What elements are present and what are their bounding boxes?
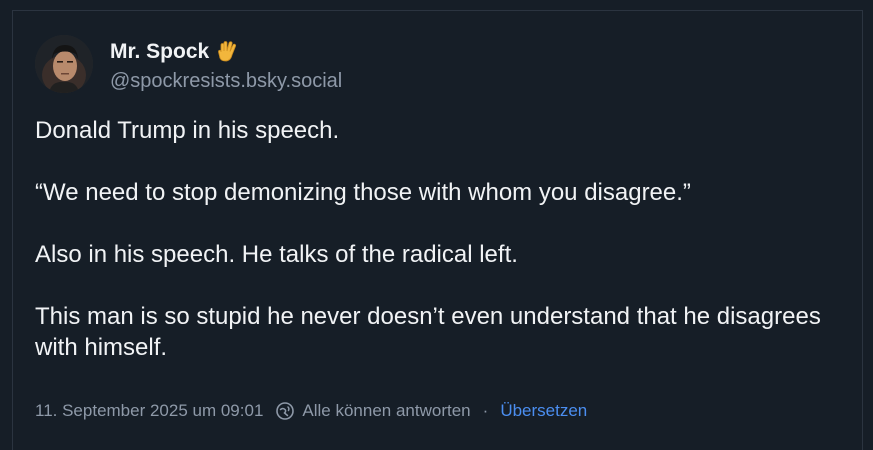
post-card: Mr. Spock @spockresists.bsky.social Dona… [12,10,863,450]
avatar[interactable] [35,35,93,93]
meta-separator: · [482,401,489,420]
post-paragraph: Donald Trump in his speech. [35,117,340,144]
vulcan-salute-icon [217,40,239,64]
translate-link[interactable]: Übersetzen [500,400,587,422]
author-name[interactable]: Mr. Spock [110,40,239,64]
author-handle[interactable]: @spockresists.bsky.social [110,69,342,93]
post-paragraph: This man is so stupid he never doesn’t e… [35,303,821,361]
author-display-name: Mr. Spock [110,40,210,63]
post-timestamp[interactable]: 11. September 2025 um 09:01 [35,400,263,422]
avatar-portrait-icon [35,35,93,93]
post-paragraph: “We need to stop demonizing those with w… [35,179,691,206]
post-meta: 11. September 2025 um 09:01 Alle können … [35,400,587,422]
reply-setting-label[interactable]: Alle können antworten [302,400,470,422]
post-paragraph: Also in his speech. He talks of the radi… [35,241,518,268]
reply-settings-icon[interactable] [275,401,295,421]
post-text: Donald Trump in his speech. “We need to … [35,115,835,363]
